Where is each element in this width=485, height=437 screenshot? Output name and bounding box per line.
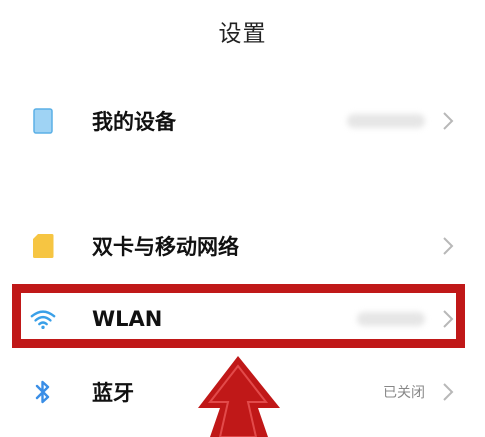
- device-name-value: [347, 114, 425, 128]
- bluetooth-status-value: 已关闭: [383, 385, 425, 401]
- settings-item-my-device[interactable]: 我的设备: [0, 91, 485, 151]
- device-icon: [30, 108, 56, 134]
- chevron-right-icon: [443, 237, 454, 255]
- chevron-right-icon: [443, 112, 454, 130]
- settings-item-label: 蓝牙: [92, 381, 134, 405]
- sim-card-icon: [30, 233, 56, 259]
- chevron-right-icon: [443, 383, 454, 401]
- pointer-arrow-icon: [198, 356, 280, 437]
- page-title: 设置: [218, 21, 267, 47]
- settings-item-label: 双卡与移动网络: [92, 235, 239, 259]
- settings-item-sim-network[interactable]: 双卡与移动网络: [0, 216, 485, 276]
- wlan-highlight-box: [12, 284, 465, 348]
- bluetooth-icon: [30, 379, 56, 405]
- settings-item-label: 我的设备: [92, 110, 176, 134]
